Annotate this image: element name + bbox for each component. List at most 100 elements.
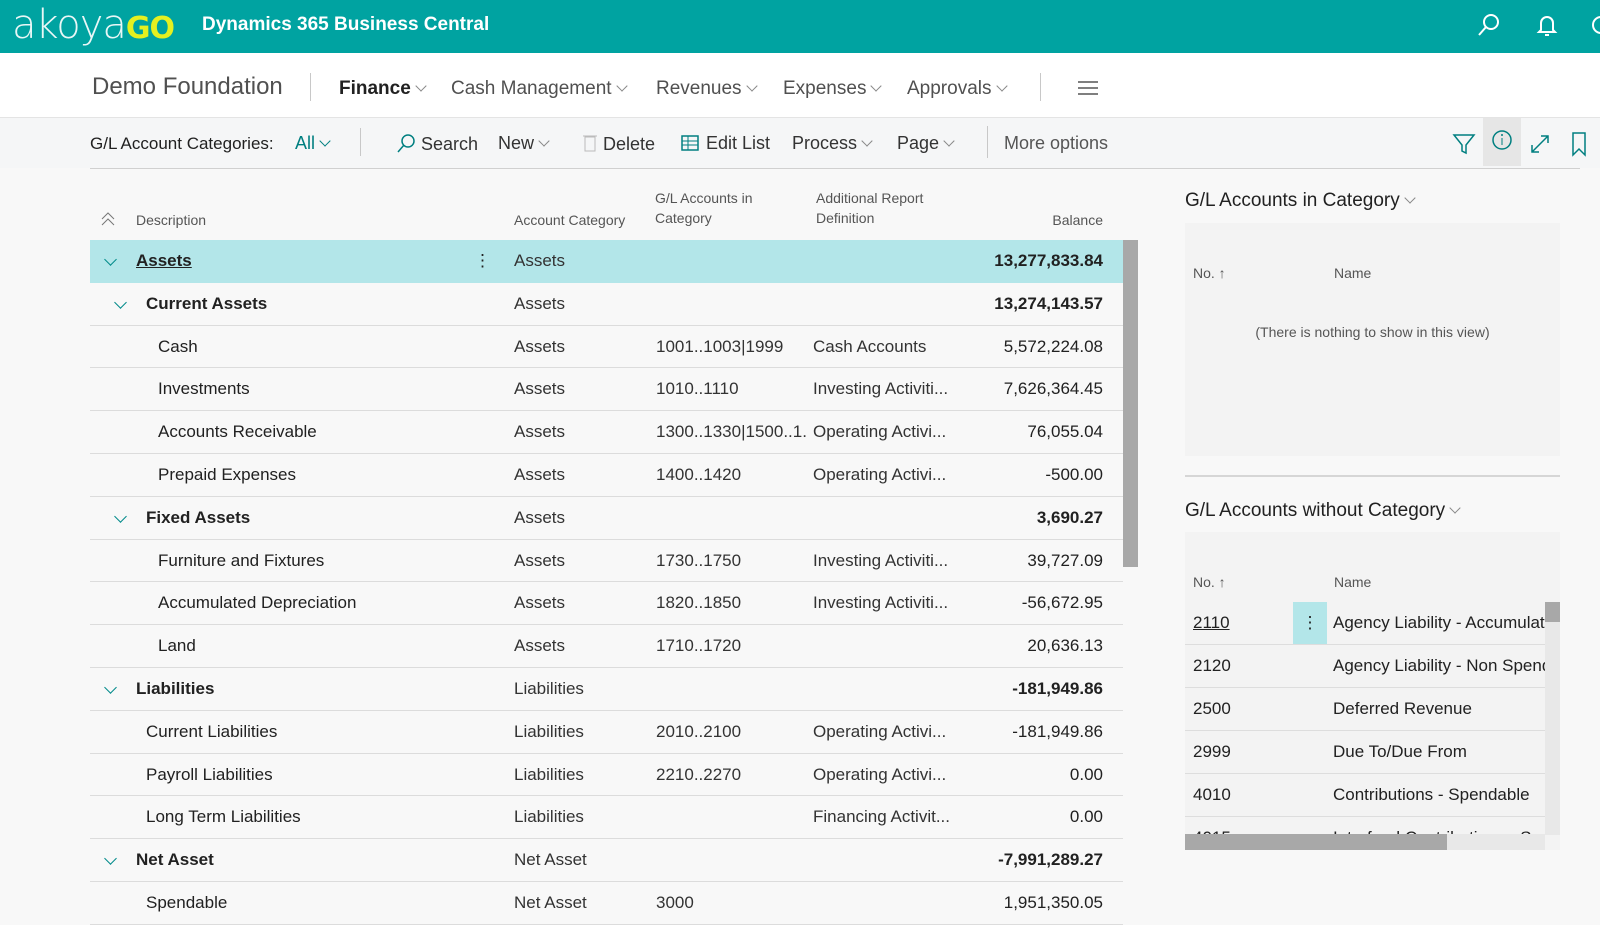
- description-cell[interactable]: Furniture and Fixtures: [158, 540, 324, 582]
- list-item[interactable]: 2120 Agency Liability - Non Spendable: [1185, 645, 1545, 688]
- table-row[interactable]: Fixed Assets Assets 3,690.27: [90, 497, 1123, 540]
- account-no[interactable]: 4010: [1193, 774, 1231, 816]
- nav-revenues[interactable]: Revenues: [656, 78, 758, 100]
- new-button[interactable]: New: [498, 133, 550, 154]
- filter-all-dropdown[interactable]: All: [295, 133, 331, 154]
- description-cell[interactable]: Spendable: [146, 882, 227, 924]
- table-row[interactable]: Furniture and Fixtures Assets 1730..1750 In…: [90, 540, 1123, 583]
- horizontal-scrollbar[interactable]: [1185, 834, 1545, 850]
- balance-cell[interactable]: 20,636.13: [1027, 625, 1103, 667]
- expand-icon[interactable]: [1526, 130, 1554, 158]
- balance-cell[interactable]: 3,690.27: [1037, 497, 1103, 539]
- bell-icon[interactable]: [1534, 12, 1560, 38]
- description-cell[interactable]: Current Liabilities: [146, 711, 277, 753]
- nav-approvals[interactable]: Approvals: [907, 78, 1008, 100]
- more-options-button[interactable]: More options: [1004, 133, 1108, 154]
- process-button[interactable]: Process: [792, 133, 873, 154]
- table-row[interactable]: Cash Assets 1001..1003|1999 Cash Accounts 5,…: [90, 326, 1123, 369]
- table-row[interactable]: Current Liabilities Liabilities 2010..2100…: [90, 711, 1123, 754]
- balance-cell[interactable]: 5,572,224.08: [1004, 326, 1103, 368]
- in-category-title[interactable]: G/L Accounts in Category: [1185, 190, 1416, 212]
- header-name[interactable]: Name: [1334, 265, 1371, 281]
- search-icon[interactable]: [1476, 12, 1502, 38]
- header-balance[interactable]: Balance: [1000, 210, 1103, 230]
- company-name[interactable]: Demo Foundation: [92, 73, 283, 101]
- search-button[interactable]: Search: [396, 133, 478, 155]
- table-row[interactable]: Spendable Net Asset 3000 1,951,350.05: [90, 882, 1123, 925]
- description-cell[interactable]: Assets: [136, 240, 192, 282]
- balance-cell[interactable]: 13,277,833.84: [994, 240, 1103, 282]
- expand-chevron-icon[interactable]: [114, 509, 127, 523]
- description-cell[interactable]: Cash: [158, 326, 198, 368]
- balance-cell[interactable]: 39,727.09: [1027, 540, 1103, 582]
- table-row[interactable]: Land Assets 1710..1720 20,636.13: [90, 625, 1123, 668]
- expand-chevron-icon[interactable]: [104, 852, 117, 866]
- header-no[interactable]: No. ↑: [1193, 574, 1226, 590]
- table-row[interactable]: Assets Assets ⋮ 13,277,833.84: [90, 240, 1123, 283]
- expand-chevron-icon[interactable]: [104, 681, 117, 694]
- expand-chevron-icon[interactable]: [114, 295, 127, 309]
- gear-icon[interactable]: [1588, 12, 1600, 38]
- balance-cell[interactable]: 13,274,143.57: [994, 283, 1103, 325]
- header-account-category[interactable]: Account Category: [514, 210, 625, 230]
- balance-cell[interactable]: 7,626,364.45: [1004, 368, 1103, 410]
- without-category-title[interactable]: G/L Accounts without Category: [1185, 500, 1461, 522]
- row-menu-icon[interactable]: ⋮: [474, 240, 491, 282]
- scroll-thumb[interactable]: [1545, 602, 1560, 622]
- description-cell[interactable]: Investments: [158, 368, 250, 410]
- scroll-thumb[interactable]: [1185, 834, 1447, 850]
- table-row[interactable]: Payroll Liabilities Liabilities 2210..2270…: [90, 754, 1123, 797]
- account-no[interactable]: 2120: [1193, 645, 1231, 687]
- header-description[interactable]: Description: [136, 210, 206, 230]
- header-additional-report[interactable]: Additional Report Definition: [816, 188, 936, 228]
- list-item[interactable]: 2999 Due To/Due From: [1185, 731, 1545, 774]
- row-menu-icon[interactable]: ⋮: [1293, 602, 1327, 644]
- description-cell[interactable]: Long Term Liabilities: [146, 796, 301, 838]
- nav-cash-management[interactable]: Cash Management: [451, 78, 628, 100]
- table-row[interactable]: Current Assets Assets 13,274,143.57: [90, 283, 1123, 326]
- account-no[interactable]: 2999: [1193, 731, 1231, 773]
- header-no[interactable]: No. ↑: [1193, 265, 1226, 281]
- table-row[interactable]: Investments Assets 1010..1110 Investing Act…: [90, 368, 1123, 412]
- description-cell[interactable]: Accounts Receivable: [158, 411, 317, 453]
- info-button[interactable]: [1483, 118, 1521, 166]
- balance-cell[interactable]: 0.00: [1070, 796, 1103, 838]
- collapse-all-icon[interactable]: [100, 210, 116, 231]
- account-no[interactable]: 2110: [1193, 602, 1230, 644]
- nav-finance[interactable]: Finance: [339, 78, 427, 100]
- balance-cell[interactable]: 1,951,350.05: [1004, 882, 1103, 924]
- bookmark-icon[interactable]: [1565, 130, 1593, 158]
- header-gl-accounts[interactable]: G/L Accounts in Category: [655, 188, 775, 228]
- balance-cell[interactable]: -181,949.86: [1012, 668, 1103, 710]
- description-cell[interactable]: Prepaid Expenses: [158, 454, 296, 496]
- description-cell[interactable]: Fixed Assets: [146, 497, 250, 539]
- table-row[interactable]: Long Term Liabilities Liabilities Financin…: [90, 796, 1123, 840]
- vertical-scrollbar[interactable]: [1123, 240, 1138, 567]
- filter-icon[interactable]: [1450, 130, 1478, 158]
- balance-cell[interactable]: -181,949.86: [1012, 711, 1103, 753]
- table-row[interactable]: Prepaid Expenses Assets 1400..1420 Operatin…: [90, 454, 1123, 497]
- balance-cell[interactable]: -56,672.95: [1022, 582, 1103, 624]
- vertical-scrollbar[interactable]: [1545, 602, 1560, 835]
- description-cell[interactable]: Net Asset: [136, 839, 214, 881]
- balance-cell[interactable]: 76,055.04: [1027, 411, 1103, 453]
- description-cell[interactable]: Accumulated Depreciation: [158, 582, 356, 624]
- account-no[interactable]: 2500: [1193, 688, 1231, 730]
- balance-cell[interactable]: -7,991,289.27: [998, 839, 1103, 881]
- page-button[interactable]: Page: [897, 133, 955, 154]
- edit-list-button[interactable]: Edit List: [681, 133, 770, 154]
- nav-expenses[interactable]: Expenses: [783, 78, 883, 100]
- table-row[interactable]: Liabilities Liabilities -181,949.86: [90, 668, 1123, 711]
- description-cell[interactable]: Liabilities: [136, 668, 214, 710]
- header-name[interactable]: Name: [1334, 574, 1371, 590]
- list-item[interactable]: 2110 ⋮ Agency Liability - Accumulated: [1185, 602, 1545, 645]
- description-cell[interactable]: Land: [158, 625, 196, 667]
- table-row[interactable]: Net Asset Net Asset -7,991,289.27: [90, 839, 1123, 882]
- expand-chevron-icon[interactable]: [104, 253, 117, 266]
- table-row[interactable]: Accounts Receivable Assets 1300..1330|1500…: [90, 411, 1123, 454]
- table-row[interactable]: Accumulated Depreciation Assets 1820..1850…: [90, 582, 1123, 626]
- hamburger-menu-icon[interactable]: [1077, 80, 1099, 96]
- list-item[interactable]: 4010 Contributions - Spendable: [1185, 774, 1545, 817]
- description-cell[interactable]: Current Assets: [146, 283, 267, 325]
- list-item[interactable]: 2500 Deferred Revenue: [1185, 688, 1545, 731]
